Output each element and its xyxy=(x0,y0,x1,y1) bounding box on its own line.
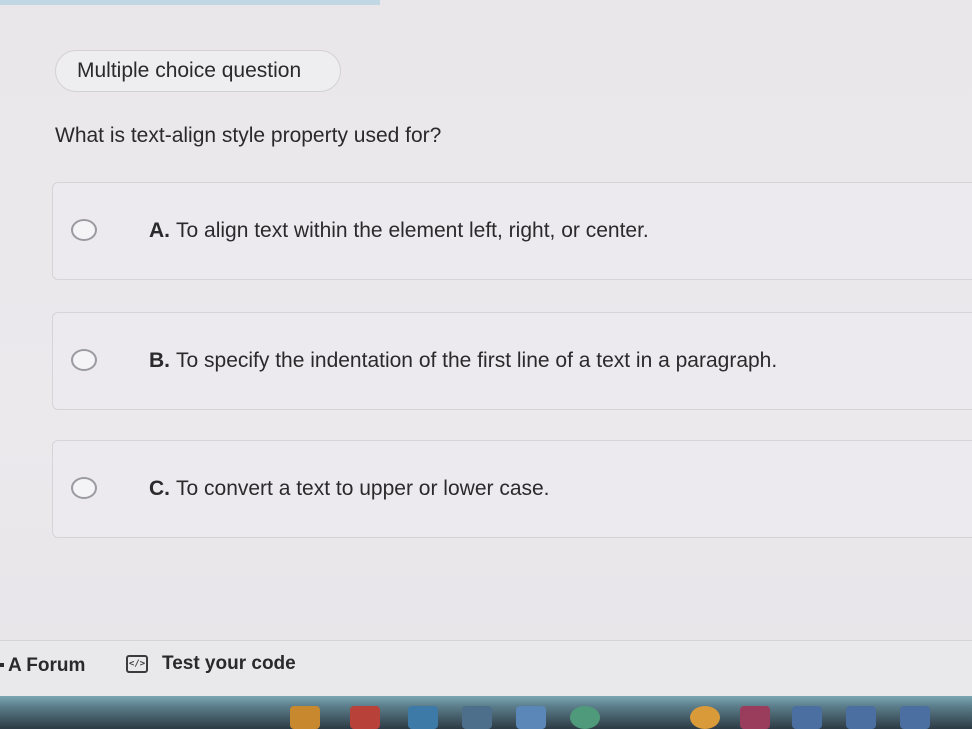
question-type-label: Multiple choice question xyxy=(77,59,302,82)
taskbar-app-icon xyxy=(690,706,720,729)
answer-option-b-letter: B. xyxy=(149,349,170,372)
taskbar-app-icon xyxy=(462,706,492,729)
taskbar-app-icon xyxy=(792,706,822,729)
answer-option-c-text: C. To convert a text to upper or lower ca… xyxy=(149,477,550,501)
footer-bar: A Forum </> Test your code xyxy=(0,640,972,697)
answer-option-c-letter: C. xyxy=(149,477,170,500)
radio-button-b[interactable] xyxy=(71,349,97,371)
answer-option-a-letter: A. xyxy=(149,219,170,242)
top-progress-strip xyxy=(0,0,380,5)
answer-option-a-text: A. To align text within the element left,… xyxy=(149,219,649,243)
answer-option-a-label: To align text within the element left, r… xyxy=(176,219,649,242)
answer-option-b-label: To specify the indentation of the first … xyxy=(176,349,778,372)
screen-bezel-taskbar xyxy=(0,696,972,729)
answer-option-a[interactable]: A. To align text within the element left,… xyxy=(52,182,972,280)
taskbar-app-icon xyxy=(408,706,438,729)
forum-link[interactable]: A Forum xyxy=(8,655,85,677)
answer-option-c[interactable]: C. To convert a text to upper or lower ca… xyxy=(52,440,972,538)
taskbar-app-icon xyxy=(900,706,930,729)
forum-bullet-icon xyxy=(0,663,4,667)
taskbar-app-icon xyxy=(350,706,380,729)
taskbar-app-icon xyxy=(846,706,876,729)
question-text: What is text-align style property used f… xyxy=(55,124,442,147)
question-type-badge: Multiple choice question xyxy=(55,50,341,92)
answer-option-b[interactable]: B. To specify the indentation of the firs… xyxy=(52,312,972,410)
answer-option-c-label: To convert a text to upper or lower case… xyxy=(176,477,550,500)
answer-option-b-text: B. To specify the indentation of the firs… xyxy=(149,349,777,373)
code-brackets-icon: </> xyxy=(126,655,148,673)
radio-button-c[interactable] xyxy=(71,477,97,499)
radio-button-a[interactable] xyxy=(71,219,97,241)
test-your-code-button[interactable]: </> Test your code xyxy=(126,653,296,675)
taskbar-folder-icon xyxy=(290,706,320,729)
taskbar-app-icon xyxy=(516,706,546,729)
taskbar-app-icon xyxy=(740,706,770,729)
taskbar-browser-icon xyxy=(570,706,600,729)
test-your-code-label: Test your code xyxy=(162,653,296,674)
